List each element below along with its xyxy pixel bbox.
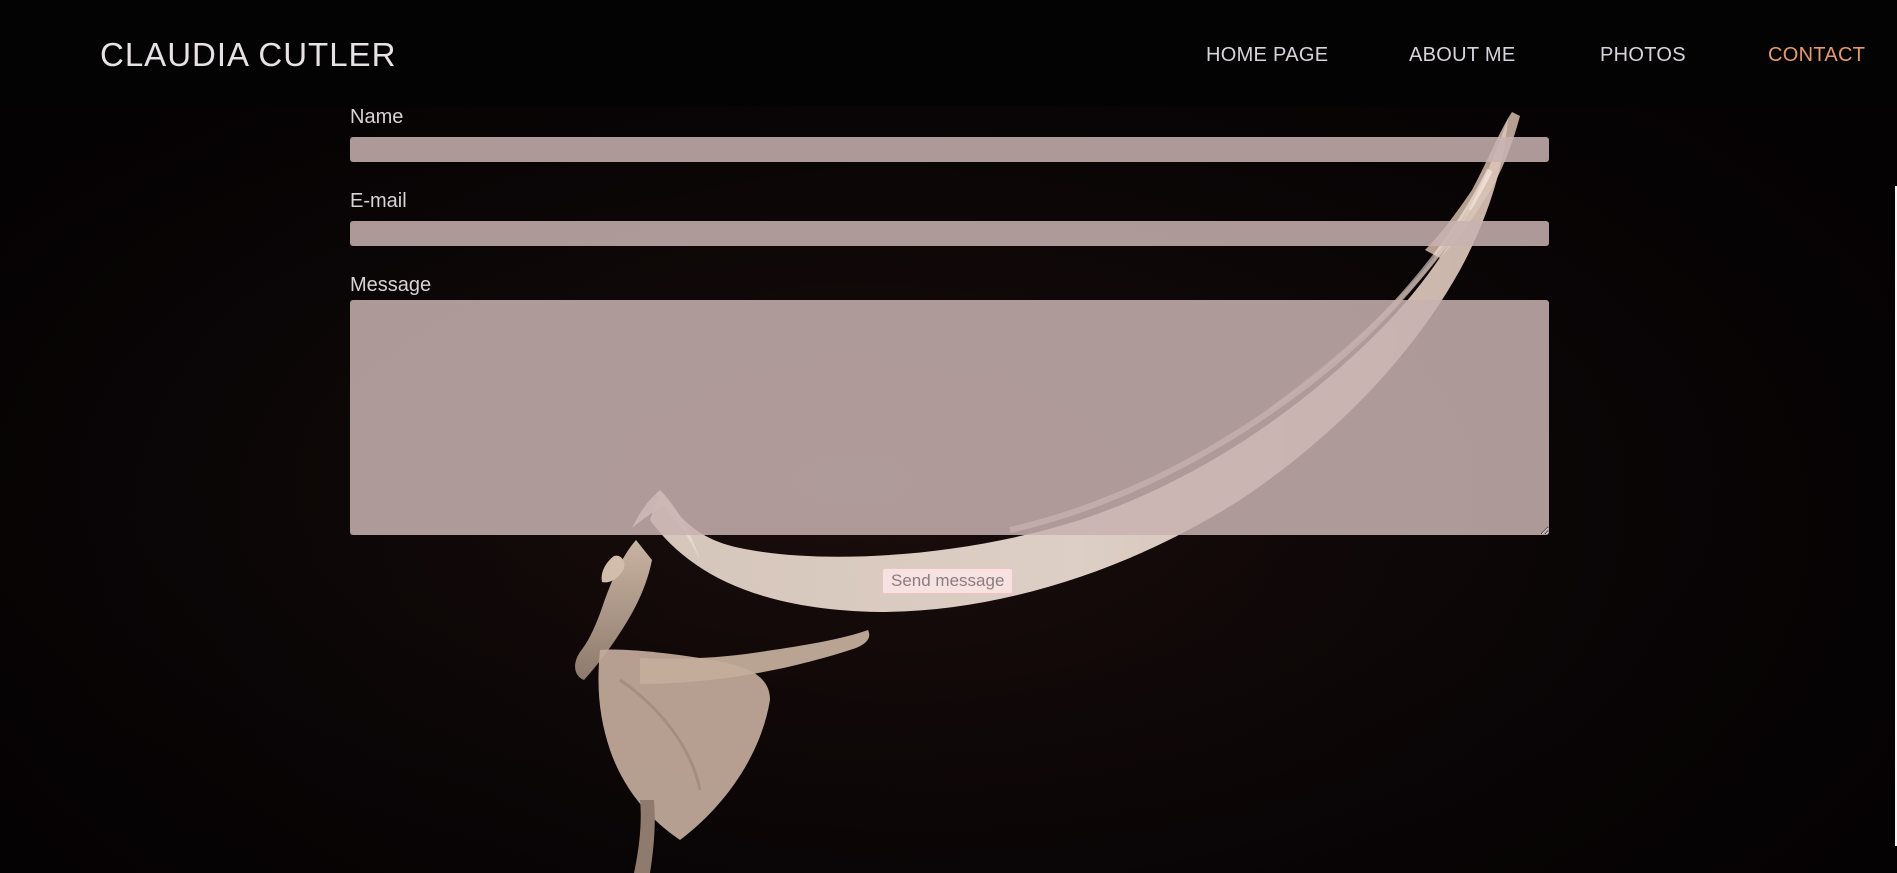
name-input[interactable] — [350, 137, 1549, 162]
message-textarea[interactable] — [350, 300, 1549, 535]
nav-link-about-me[interactable]: ABOUT ME — [1409, 44, 1516, 66]
nav-link-photos[interactable]: PHOTOS — [1600, 44, 1686, 66]
send-message-button[interactable]: Send message — [882, 568, 1014, 594]
email-input[interactable] — [350, 221, 1549, 246]
site-logo-text[interactable]: CLAUDIA CUTLER — [100, 37, 396, 73]
nav-link-contact[interactable]: CONTACT — [1768, 44, 1865, 66]
nav-link-home-page[interactable]: HOME PAGE — [1206, 44, 1328, 66]
message-label: Message — [350, 274, 432, 296]
name-label: Name — [350, 106, 404, 128]
top-navigation-bar: CLAUDIA CUTLER HOME PAGE ABOUT ME PHOTOS… — [0, 0, 1897, 106]
contact-page: CLAUDIA CUTLER HOME PAGE ABOUT ME PHOTOS… — [0, 0, 1897, 873]
email-label: E-mail — [350, 190, 407, 212]
